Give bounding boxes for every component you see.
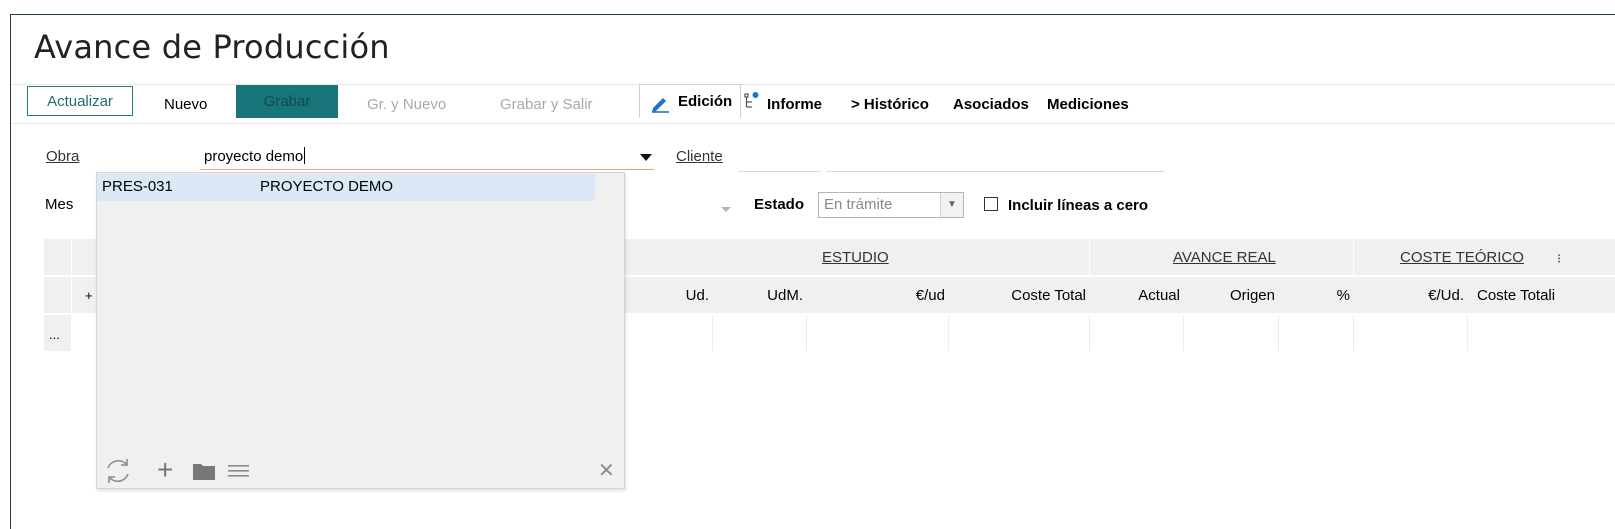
informe-icon: [744, 91, 760, 116]
add-row-icon[interactable]: +: [85, 288, 93, 303]
pencil-icon: [650, 92, 670, 126]
cell-divider: [1183, 315, 1184, 351]
obra-input[interactable]: proyecto demo: [200, 144, 654, 170]
cell-divider: [1353, 315, 1354, 351]
list-item-name: PROYECTO DEMO: [260, 178, 394, 195]
column-header-origen[interactable]: Origen: [1230, 287, 1275, 304]
text-cursor: [304, 147, 306, 164]
obra-autocomplete-dropdown: [96, 172, 625, 489]
column-header-percent[interactable]: %: [1337, 287, 1350, 304]
informe-button[interactable]: Informe: [767, 92, 822, 118]
mes-dropdown-arrow-icon[interactable]: [720, 201, 732, 219]
column-header-eur-ud-teorico[interactable]: €/Ud.: [1428, 287, 1464, 304]
actualizar-button[interactable]: Actualizar: [27, 86, 133, 116]
column-header-coste-total-teorico[interactable]: Coste Totali: [1477, 287, 1615, 304]
cliente-code-field[interactable]: [738, 146, 821, 172]
column-header-ud[interactable]: Ud.: [686, 287, 709, 304]
refresh-icon[interactable]: [103, 456, 133, 491]
mes-label: Mes: [45, 196, 74, 213]
asociados-button[interactable]: Asociados: [953, 92, 1029, 118]
obra-input-value: proyecto demo: [204, 148, 304, 165]
historico-button[interactable]: > Histórico: [851, 92, 929, 118]
mediciones-button[interactable]: Mediciones: [1047, 92, 1129, 118]
close-icon[interactable]: ✕: [598, 458, 615, 483]
cell-divider: [1278, 315, 1279, 351]
menu-icon[interactable]: [228, 464, 250, 483]
cliente-label[interactable]: Cliente: [676, 148, 723, 165]
column-chooser-icon[interactable]: ⁝: [1557, 251, 1561, 267]
plus-icon[interactable]: +: [157, 455, 173, 485]
grabar-button[interactable]: Grabar: [236, 85, 338, 118]
list-item-code: PRES-031: [102, 178, 173, 195]
estado-select-value: En trámite: [824, 196, 893, 213]
incluir-lineas-label: Incluir líneas a cero: [1008, 197, 1149, 214]
estado-label: Estado: [754, 196, 805, 213]
grid-divider: [1089, 239, 1090, 275]
estado-chevron-down-icon[interactable]: ▼: [940, 193, 963, 217]
edicion-tab[interactable]: Edición: [639, 84, 741, 118]
window-border-left: [10, 14, 11, 529]
toolbar-divider-bottom: [11, 123, 1615, 124]
page-title: Avance de Producción: [34, 28, 390, 66]
cell-divider: [1467, 315, 1468, 351]
obra-label[interactable]: Obra: [46, 148, 79, 165]
column-header-udm[interactable]: UdM.: [767, 287, 803, 304]
column-header-eur-ud[interactable]: €/ud: [916, 287, 945, 304]
column-header-actual[interactable]: Actual: [1138, 287, 1180, 304]
estado-select[interactable]: En trámite ▼: [818, 192, 964, 218]
cliente-name-field[interactable]: [826, 146, 1164, 172]
cell-divider: [712, 315, 713, 351]
edicion-label: Edición: [678, 93, 733, 110]
grabar-y-nuevo-button[interactable]: Gr. y Nuevo: [367, 92, 446, 118]
nuevo-button[interactable]: Nuevo: [164, 92, 207, 118]
cell-divider: [806, 315, 807, 351]
folder-icon[interactable]: [192, 462, 216, 486]
cell-divider: [948, 315, 949, 351]
group-header-coste-teorico[interactable]: COSTE TEÓRICO: [1400, 249, 1524, 266]
incluir-lineas-checkbox[interactable]: [984, 197, 998, 211]
obra-dropdown-arrow-icon[interactable]: [639, 150, 653, 168]
window-border-top: [10, 14, 1615, 15]
group-header-avance-real[interactable]: AVANCE REAL: [1173, 249, 1276, 266]
group-header-estudio[interactable]: ESTUDIO: [822, 249, 889, 266]
column-header-coste-total[interactable]: Coste Total: [1011, 287, 1086, 304]
row-menu-icon[interactable]: ...: [49, 327, 60, 342]
cell-divider: [1089, 315, 1090, 351]
grabar-y-salir-button[interactable]: Grabar y Salir: [500, 92, 593, 118]
grid-divider: [1353, 239, 1354, 275]
